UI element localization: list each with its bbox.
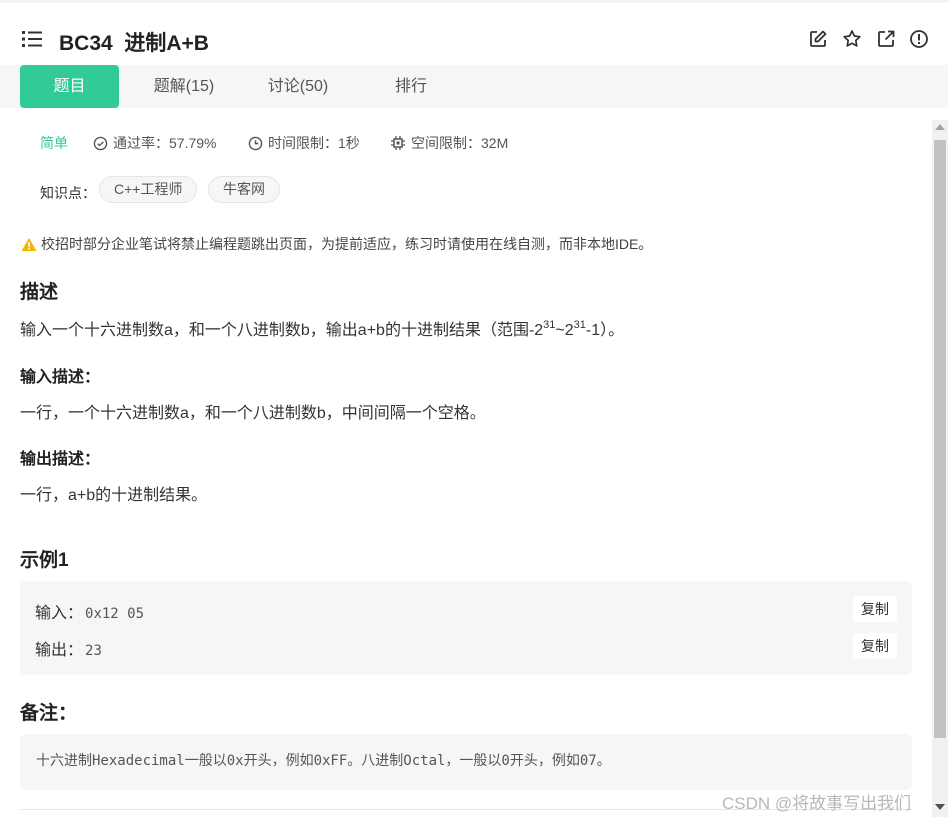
description-text-mid: ~2 bbox=[555, 322, 574, 339]
external-link-icon[interactable] bbox=[876, 29, 896, 49]
scroll-up-arrow[interactable] bbox=[935, 124, 945, 130]
input-desc-text: 一行，一个十六进制数a，和一个八进制数b，中间间隔一个空格。 bbox=[20, 405, 486, 422]
example-heading: 示例1 bbox=[20, 550, 69, 571]
description-text-prefix: 输入一个十六进制数a，和一个八进制数b，输出a+b的十进制结果（范围-2 bbox=[20, 322, 544, 339]
output-desc-heading: 输出描述： bbox=[20, 451, 101, 468]
space-limit-text: 空间限制：32M bbox=[411, 135, 509, 151]
menu-list-icon[interactable] bbox=[22, 30, 44, 48]
pass-rate-text: 通过率：57.79% bbox=[113, 135, 217, 151]
example-input-label: 输入： bbox=[35, 605, 84, 622]
example-output-value: 23 bbox=[85, 643, 102, 659]
tab-discussion[interactable]: 讨论(50) bbox=[254, 65, 342, 108]
output-desc-text: 一行，a+b的十进制结果。 bbox=[20, 487, 208, 504]
example-input-value: 0x12 05 bbox=[85, 606, 145, 622]
pass-rate: 通过率：57.79% bbox=[93, 133, 216, 153]
exponent-1: 31 bbox=[543, 319, 556, 331]
check-circle-icon bbox=[93, 136, 108, 150]
watermark: CSDN @将故事写出我们 bbox=[722, 794, 912, 813]
tag-nowcoder[interactable]: 牛客网 bbox=[208, 176, 280, 203]
warning-text: 校招时部分企业笔试将禁止编程题跳出页面，为提前适应，练习时请使用在线自测，而非本… bbox=[41, 236, 653, 252]
info-icon[interactable] bbox=[909, 29, 929, 49]
page-title: BC34 进制A+B bbox=[59, 32, 209, 55]
knowledge-label: 知识点： bbox=[40, 185, 96, 201]
chip-icon bbox=[391, 136, 405, 150]
tab-ranking[interactable]: 排行 bbox=[380, 65, 442, 108]
note-heading: 备注： bbox=[20, 703, 78, 724]
time-limit: 时间限制：1秒 bbox=[248, 133, 360, 153]
tab-problem[interactable]: 题目 bbox=[20, 65, 119, 108]
ide-warning: 校招时部分企业笔试将禁止编程题跳出页面，为提前适应，练习时请使用在线自测，而非本… bbox=[21, 234, 652, 254]
edit-icon[interactable] bbox=[808, 29, 828, 49]
page-header: BC34 进制A+B bbox=[0, 3, 948, 65]
star-icon[interactable] bbox=[842, 29, 862, 49]
time-limit-text: 时间限制：1秒 bbox=[268, 135, 360, 151]
clock-icon bbox=[248, 136, 263, 150]
input-desc-heading: 输入描述： bbox=[20, 369, 101, 386]
description-heading: 描述 bbox=[20, 282, 59, 303]
description-text-suffix: -1）。 bbox=[585, 322, 625, 339]
exponent-2: 31 bbox=[573, 319, 586, 331]
note-text: 十六进制Hexadecimal一般以0x开头，例如0xFF。八进制Octal，一… bbox=[36, 753, 611, 769]
space-limit: 空间限制：32M bbox=[390, 133, 508, 153]
warning-icon bbox=[21, 237, 37, 251]
scrollbar-thumb[interactable] bbox=[934, 140, 946, 738]
scroll-down-arrow[interactable] bbox=[935, 804, 945, 810]
tag-cpp-engineer[interactable]: C++工程师 bbox=[99, 176, 198, 203]
example-input: 输入： 0x12 05 bbox=[35, 599, 144, 623]
copy-input-button[interactable]: 复制 bbox=[853, 596, 897, 622]
copy-output-button[interactable]: 复制 bbox=[853, 633, 897, 659]
example-output: 输出： 23 bbox=[35, 636, 102, 660]
tab-bar: 题目 题解(15) 讨论(50) 排行 bbox=[0, 65, 948, 108]
example-output-label: 输出： bbox=[35, 642, 84, 659]
difficulty-badge: 简单 bbox=[40, 135, 68, 151]
example-box bbox=[20, 581, 912, 675]
tab-solutions[interactable]: 题解(15) bbox=[140, 65, 228, 108]
description-text: 输入一个十六进制数a，和一个八进制数b，输出a+b的十进制结果（范围-231~2… bbox=[20, 316, 624, 340]
